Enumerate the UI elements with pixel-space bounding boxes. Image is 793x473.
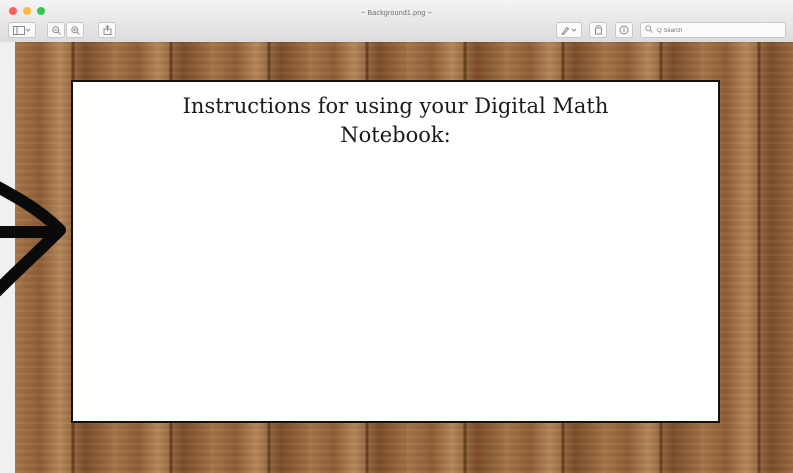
share-icon (103, 25, 111, 35)
sidebar-icon (13, 25, 31, 35)
window-title: ~ Background1.png ~ (361, 10, 432, 17)
info-icon (619, 25, 629, 35)
markup-pen-icon (561, 26, 577, 35)
instructions-card: Instructions for using your Digital Math… (71, 80, 720, 423)
zoom-in-icon (70, 25, 80, 35)
info-button[interactable] (615, 22, 633, 38)
zoom-out-icon (51, 25, 61, 35)
search-icon (645, 25, 653, 33)
search-input[interactable] (655, 24, 784, 37)
arrow-icon (0, 181, 66, 297)
rotate-icon (594, 25, 602, 35)
rotate-button[interactable] (589, 22, 607, 38)
zoom-out-button[interactable] (47, 22, 65, 38)
sidebar-toggle-button[interactable] (8, 22, 36, 38)
markup-button[interactable] (556, 22, 582, 38)
card-title: Instructions for using your Digital Math… (182, 94, 609, 147)
search-field[interactable] (640, 22, 786, 38)
zoom-in-button[interactable] (66, 22, 84, 38)
share-button[interactable] (98, 22, 116, 38)
window-toolbar: ~ Background1.png ~ (0, 0, 793, 43)
